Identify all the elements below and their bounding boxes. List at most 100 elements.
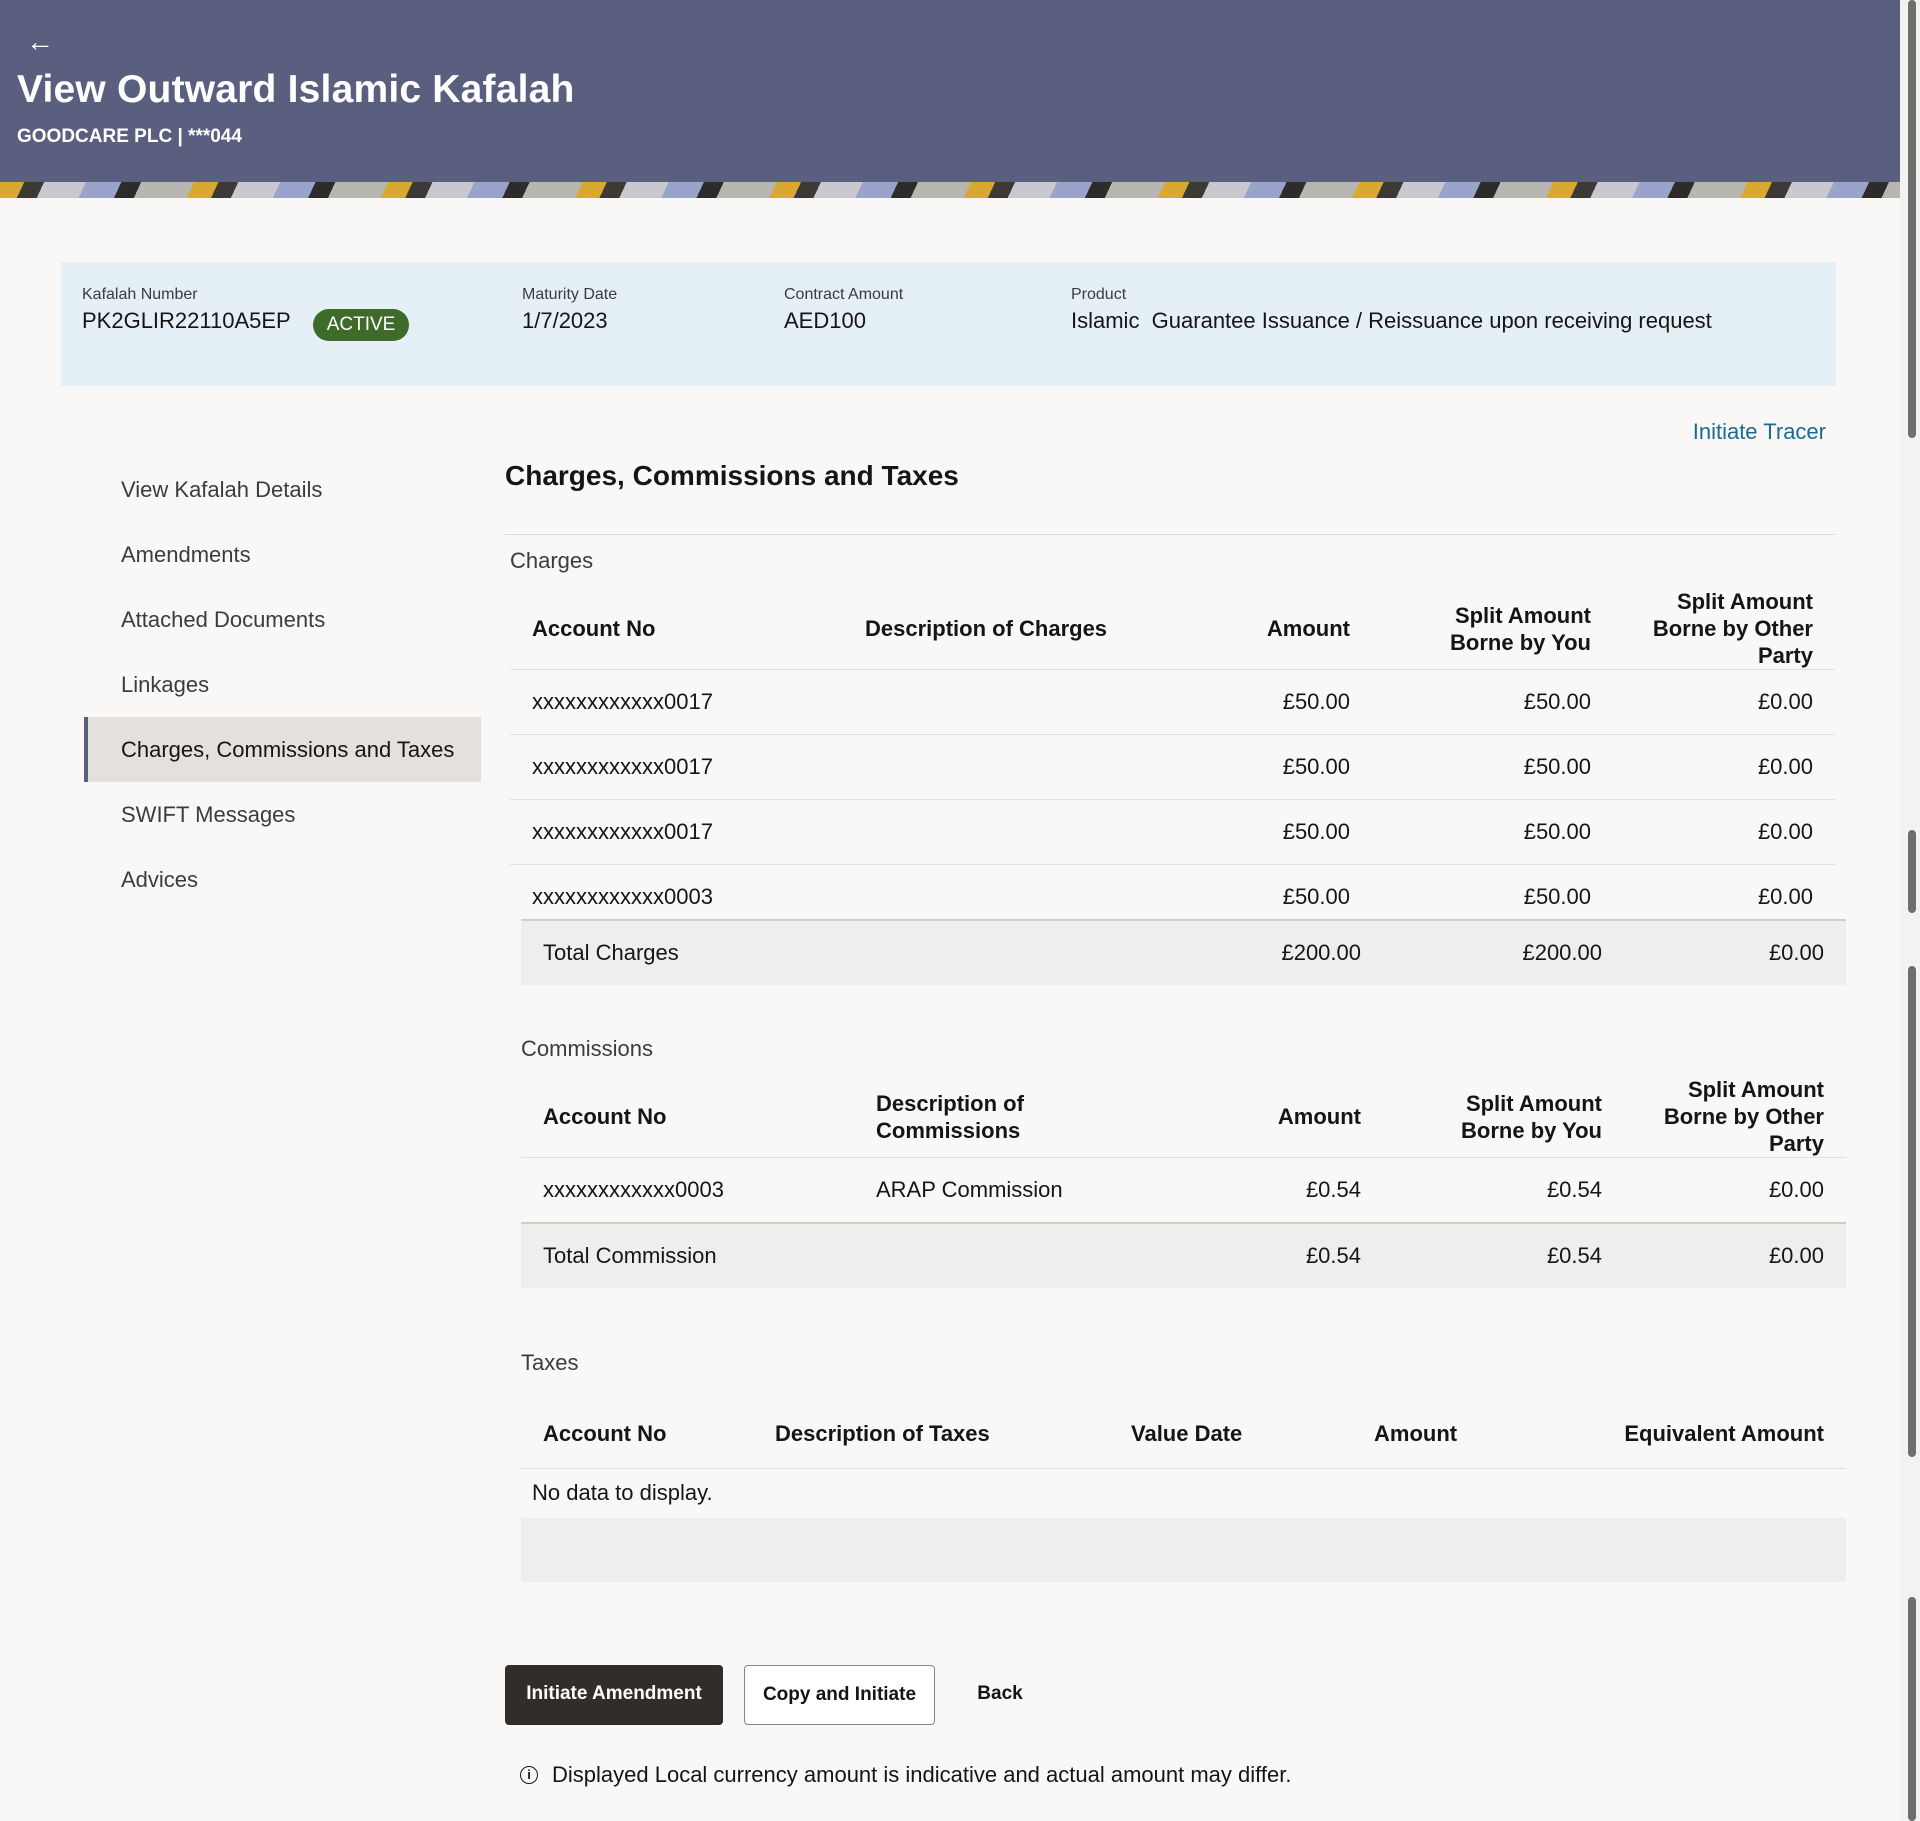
status-badge: ACTIVE	[313, 309, 409, 341]
total-split-you-cell: £0.54	[1383, 1221, 1624, 1288]
commissions-label: Commissions	[521, 1036, 654, 1061]
amount-cell: £50.00	[1176, 734, 1372, 800]
table-row: xxxxxxxxxxxx0003 ARAP Commission £0.54 £…	[521, 1157, 1846, 1223]
account-no-cell: xxxxxxxxxxxx0017	[510, 734, 843, 800]
side-nav: View Kafalah Details Amendments Attached…	[84, 457, 481, 912]
nav-item-charges-commissions-taxes[interactable]: Charges, Commissions and Taxes	[84, 717, 481, 782]
page-scrollbar[interactable]	[1900, 0, 1920, 1821]
total-amount-cell: £200.00	[1187, 919, 1383, 985]
amount-cell: £50.00	[1176, 799, 1372, 865]
table-header-row: Account No Description of Taxes Value Da…	[521, 1400, 1846, 1468]
scrollbar-thumb[interactable]	[1908, 1597, 1916, 1821]
charges-table: Account No Description of Charges Amount…	[510, 588, 1835, 930]
table-row: xxxxxxxxxxxx0017 £50.00 £50.00 £0.00	[510, 799, 1835, 865]
product-field: Product Islamic Guarantee Issuance / Rei…	[1071, 286, 1712, 334]
column-header: Split Amount Borne by Other Party	[1663, 1077, 1824, 1156]
back-arrow-icon[interactable]: ←	[26, 28, 58, 56]
empty-cell	[854, 1221, 1187, 1288]
commissions-table: Account No Description of Commissions Am…	[521, 1076, 1846, 1288]
section-divider	[505, 534, 1835, 535]
page-header: ← View Outward Islamic Kafalah GOODCARE …	[0, 0, 1900, 198]
column-header: Amount	[1266, 616, 1350, 641]
split-other-cell: £0.00	[1613, 669, 1835, 735]
table-row: xxxxxxxxxxxx0017 £50.00 £50.00 £0.00	[510, 734, 1835, 800]
info-note: i Displayed Local currency amount is indi…	[520, 1762, 1291, 1788]
charges-total-table: Total Charges £200.00 £200.00 £0.00	[521, 919, 1846, 985]
section-header: Charges, Commissions and Taxes	[505, 460, 1845, 492]
split-you-cell: £50.00	[1372, 669, 1613, 735]
nav-item-advices[interactable]: Advices	[84, 847, 481, 912]
taxes-total-row	[521, 1518, 1846, 1582]
page-subtitle: GOODCARE PLC | ***044	[17, 126, 242, 147]
total-split-other-cell: £0.00	[1624, 1221, 1846, 1288]
empty-cell	[854, 919, 1187, 985]
charges-label: Charges	[510, 548, 594, 573]
account-no-cell: xxxxxxxxxxxx0017	[510, 669, 843, 735]
kafalah-number-label: Kafalah Number	[82, 286, 198, 303]
kafalah-number: PK2GLIR22110A5EP	[82, 308, 291, 333]
contract-amount: AED100	[784, 308, 866, 333]
table-row: No data to display.	[521, 1467, 1846, 1518]
page-title: View Outward Islamic Kafalah	[17, 68, 575, 111]
table-header-row: Account No Description of Charges Amount…	[510, 588, 1835, 670]
header-decoration	[0, 182, 1900, 198]
product-label: Product	[1071, 286, 1127, 303]
maturity-date: 1/7/2023	[522, 308, 608, 333]
total-split-you-cell: £200.00	[1383, 919, 1624, 985]
table-row: xxxxxxxxxxxx0017 £50.00 £50.00 £0.00	[510, 669, 1835, 735]
total-label-cell: Total Charges	[521, 919, 854, 985]
nav-item-view-kafalah-details[interactable]: View Kafalah Details	[84, 457, 481, 522]
scrollbar-thumb[interactable]	[1908, 830, 1916, 913]
split-other-cell: £0.00	[1624, 1157, 1846, 1223]
nav-item-amendments[interactable]: Amendments	[84, 522, 481, 587]
back-button[interactable]: Back	[960, 1665, 1040, 1725]
column-header: Account No	[543, 1421, 667, 1447]
info-note-text: Displayed Local currency amount is indic…	[552, 1762, 1292, 1787]
nav-item-swift-messages[interactable]: SWIFT Messages	[84, 782, 481, 847]
column-header: Account No	[543, 1104, 667, 1129]
description-cell	[843, 734, 1176, 800]
account-no-cell: xxxxxxxxxxxx0017	[510, 799, 843, 865]
column-header: Equivalent Amount	[1624, 1421, 1824, 1447]
nav-item-attached-documents[interactable]: Attached Documents	[84, 587, 481, 652]
column-header: Split Amount Borne by You	[1461, 1090, 1602, 1143]
column-header: Value Date	[1131, 1421, 1243, 1447]
copy-and-initiate-button[interactable]: Copy and Initiate	[744, 1665, 935, 1725]
maturity-date-field: Maturity Date 1/7/2023	[522, 286, 617, 334]
split-you-cell: £50.00	[1372, 799, 1613, 865]
total-charges-row: Total Charges £200.00 £200.00 £0.00	[521, 919, 1846, 985]
split-you-cell: £0.54	[1383, 1157, 1624, 1223]
table-header-row: Account No Description of Commissions Am…	[521, 1076, 1846, 1158]
scrollbar-thumb[interactable]	[1908, 0, 1916, 438]
section-title: Charges, Commissions and Taxes	[505, 460, 959, 491]
column-header: Amount	[1277, 1104, 1361, 1129]
taxes-table: Account No Description of Taxes Value Da…	[521, 1400, 1846, 1582]
column-header: Description of Charges	[865, 616, 1108, 641]
column-header: Account No	[532, 616, 656, 641]
column-header: Split Amount Borne by You	[1450, 602, 1591, 655]
product-value: Islamic Guarantee Issuance / Reissuance …	[1071, 308, 1712, 333]
total-label-cell: Total Commission	[521, 1221, 854, 1288]
total-amount-cell: £0.54	[1187, 1221, 1383, 1288]
split-you-cell: £50.00	[1372, 734, 1613, 800]
description-cell	[843, 669, 1176, 735]
total-split-other-cell: £0.00	[1624, 919, 1846, 985]
column-header: Split Amount Borne by Other Party	[1652, 589, 1813, 668]
initiate-amendment-button[interactable]: Initiate Amendment	[505, 1665, 723, 1725]
amount-cell: £50.00	[1176, 669, 1372, 735]
empty-cell	[521, 1518, 1846, 1582]
column-header: Description of Taxes	[775, 1421, 990, 1447]
taxes-label: Taxes	[521, 1350, 579, 1375]
split-other-cell: £0.00	[1613, 734, 1835, 800]
contract-amount-label: Contract Amount	[784, 286, 904, 303]
initiate-tracer-link[interactable]: Initiate Tracer	[1693, 419, 1826, 445]
kafalah-number-field: Kafalah Number PK2GLIR22110A5EP	[82, 286, 291, 334]
account-no-cell: xxxxxxxxxxxx0003	[521, 1157, 854, 1223]
nav-item-linkages[interactable]: Linkages	[84, 652, 481, 717]
page: ← View Outward Islamic Kafalah GOODCARE …	[0, 0, 1920, 1821]
scrollbar-thumb[interactable]	[1908, 966, 1916, 1457]
description-cell: ARAP Commission	[854, 1157, 1187, 1223]
contract-amount-field: Contract Amount AED100	[784, 286, 903, 334]
maturity-date-label: Maturity Date	[522, 286, 618, 303]
amount-cell: £0.54	[1187, 1157, 1383, 1223]
